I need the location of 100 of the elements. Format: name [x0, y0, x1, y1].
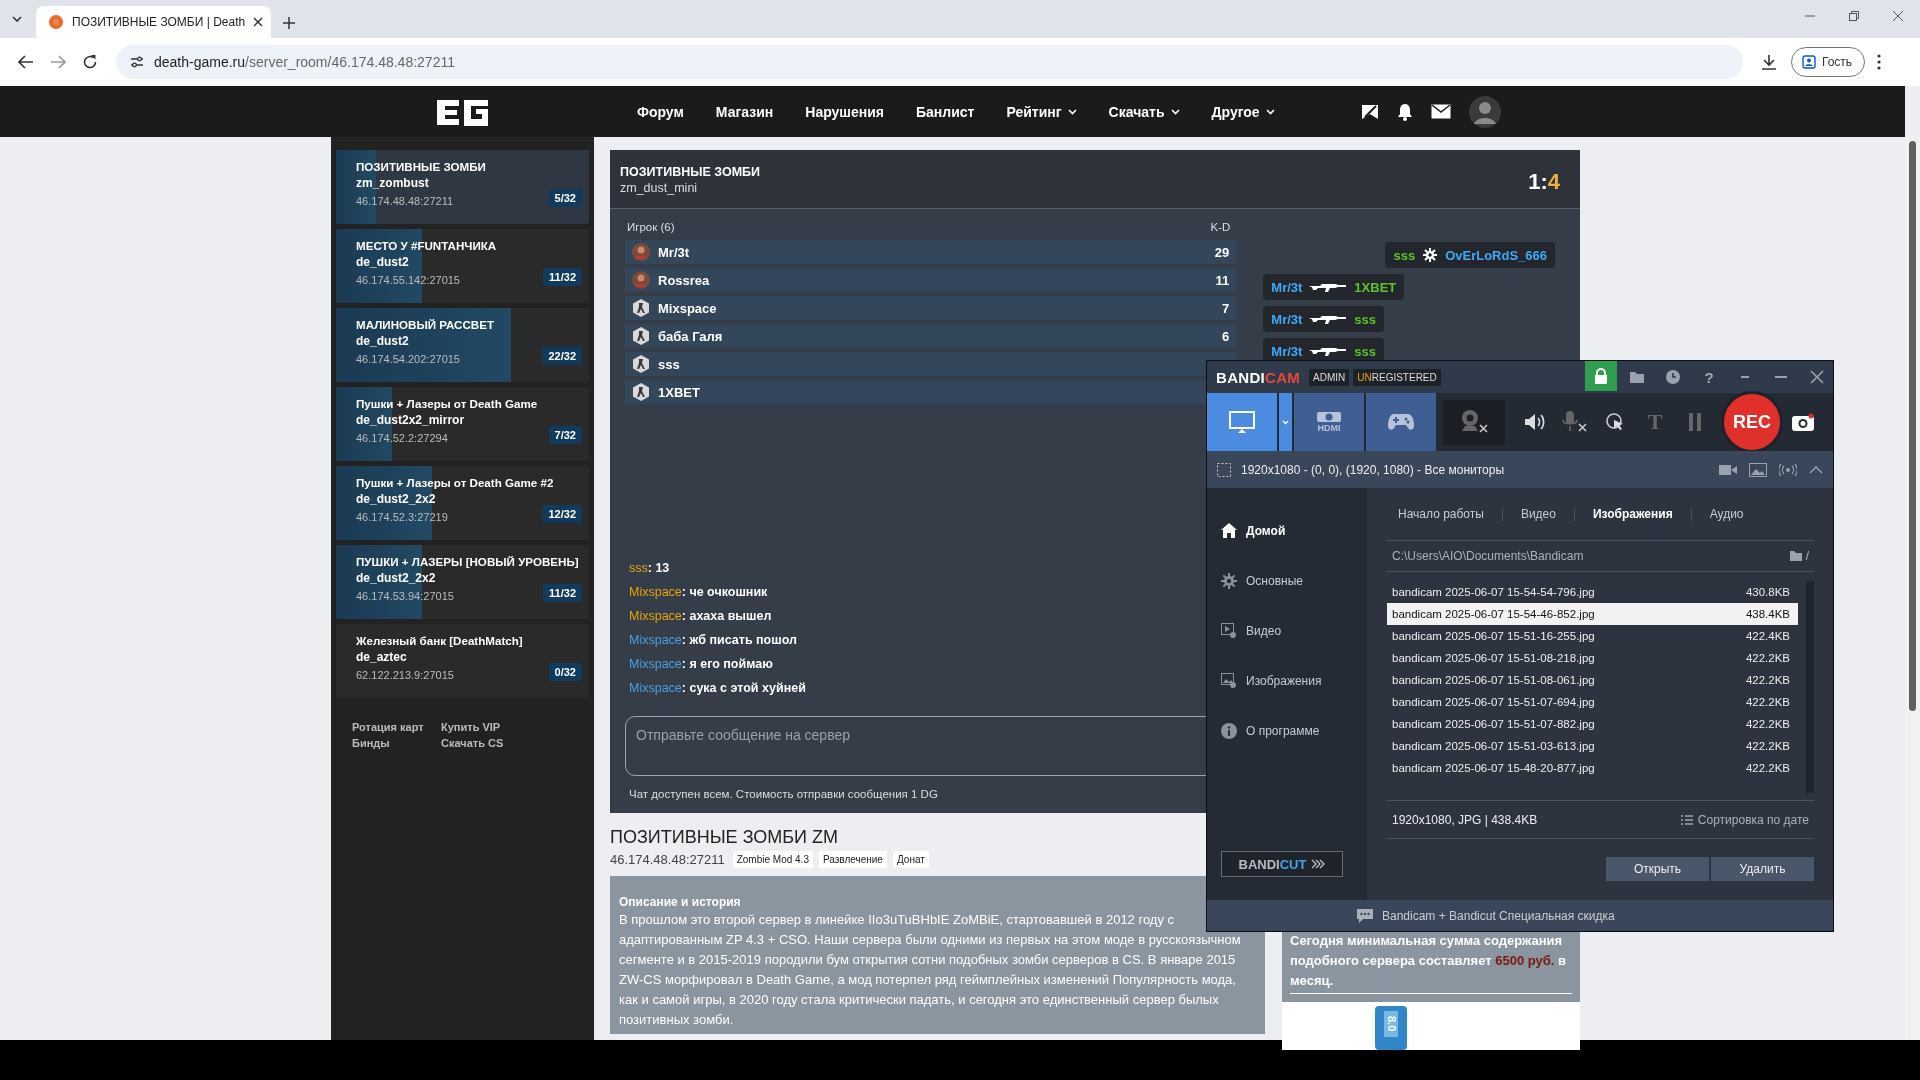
- chat-icon: [1357, 908, 1373, 923]
- action-button[interactable]: Открыть: [1606, 857, 1709, 881]
- camera-icon[interactable]: [1792, 413, 1814, 431]
- file-row[interactable]: bandicam 2025-06-07 15-51-08-218.jpg 422.2KB: [1387, 647, 1798, 669]
- rifle-icon: [1310, 346, 1347, 356]
- mic-off-icon[interactable]: [1562, 411, 1588, 433]
- restore-icon[interactable]: [1848, 10, 1860, 22]
- lock-button[interactable]: [1585, 361, 1617, 391]
- webcam-button[interactable]: [1443, 399, 1505, 445]
- collapse-icon[interactable]: [1809, 465, 1823, 474]
- lock-icon: [1594, 368, 1608, 384]
- cursor-click-icon[interactable]: [1605, 412, 1625, 432]
- folder-icon[interactable]: [1630, 371, 1644, 383]
- chat-author: Mixspace: [629, 609, 682, 623]
- map-name: zm_zombust: [356, 175, 429, 192]
- broadcast-icon[interactable]: [1779, 463, 1797, 476]
- avatar-icon[interactable]: [1468, 95, 1501, 128]
- mode-button[interactable]: HDMI: [1294, 393, 1364, 451]
- nav-link[interactable]: Другое: [1211, 103, 1275, 120]
- tab[interactable]: Аудио: [1690, 507, 1762, 521]
- clock-icon[interactable]: [1666, 370, 1680, 384]
- hexagon-icon: [632, 383, 650, 401]
- server-card[interactable]: ПУШКИ + ЛАЗЕРЫ [НОВЫЙ УРОВЕНЬ] de_dust2_2x2 46.174.53.94:27015 11/32: [336, 545, 589, 619]
- chevrons-icon: [1311, 859, 1326, 869]
- chat-author: Mixspace: [629, 633, 682, 647]
- tab[interactable]: Видео: [1501, 507, 1574, 521]
- license-badge: UNREGISTERED: [1353, 368, 1441, 386]
- menu-icon[interactable]: [1877, 54, 1882, 70]
- profile-button[interactable]: Гость: [1791, 47, 1866, 77]
- tag: Развлечение: [818, 851, 887, 868]
- folder-icon[interactable]: [1789, 551, 1802, 561]
- player-name: Rossrea: [658, 272, 711, 288]
- file-row[interactable]: bandicam 2025-06-07 15-51-07-694.jpg 422.2KB: [1387, 691, 1798, 713]
- ribbon-icon[interactable]: [1360, 102, 1379, 121]
- sidebar-link[interactable]: Купить VIP: [441, 721, 594, 733]
- reload-icon[interactable]: [82, 54, 98, 70]
- server-address: 46.174.52.3:27219: [356, 510, 448, 525]
- region-icon[interactable]: [1217, 462, 1231, 477]
- site-settings-icon[interactable]: [130, 55, 144, 69]
- map-name: de_dust2: [356, 254, 409, 271]
- forward-icon[interactable]: [50, 55, 66, 69]
- image-icon[interactable]: [1749, 462, 1767, 477]
- mode-button[interactable]: [1366, 393, 1436, 451]
- mail-icon[interactable]: [1430, 104, 1451, 119]
- match-score: 1:4: [1528, 169, 1560, 195]
- record-button[interactable]: REC: [1721, 391, 1783, 453]
- sidebar-item[interactable]: Видео: [1221, 610, 1367, 651]
- close-icon[interactable]: [253, 17, 264, 27]
- profile-icon: [1802, 55, 1816, 69]
- sidebar-link[interactable]: Бинды: [352, 737, 441, 749]
- info-icon: [1221, 722, 1237, 739]
- action-button[interactable]: Удалить: [1711, 857, 1814, 881]
- help-button[interactable]: ?: [1693, 368, 1725, 386]
- file-row[interactable]: bandicam 2025-06-07 15-51-08-061.jpg 422.2KB: [1387, 669, 1798, 691]
- server-card[interactable]: МЕСТО У #FUNТАНЧИКА de_dust2 46.174.55.142:27015 11/32: [336, 229, 589, 303]
- server-name: ПУШКИ + ЛАЗЕРЫ [НОВЫЙ УРОВЕНЬ]: [356, 554, 579, 570]
- server-card[interactable]: Пушки + Лазеры от Death Game de_dust2x2_mirror 46.174.52.2:27294 7/32: [336, 387, 589, 461]
- sidebar-link[interactable]: Скачать CS: [441, 737, 594, 749]
- browser-tab[interactable]: ПОЗИТИВНЫЕ ЗОМБИ | Death: [36, 6, 271, 38]
- speaker-icon[interactable]: [1525, 413, 1545, 431]
- close-icon[interactable]: [1892, 10, 1904, 22]
- nav-link[interactable]: Банлист: [916, 103, 975, 120]
- sidebar-item[interactable]: Изображения: [1221, 660, 1367, 701]
- file-size: 422.2KB: [1745, 762, 1790, 774]
- nav-link[interactable]: Нарушения: [805, 103, 884, 120]
- promo-bar[interactable]: Bandicam + Bandicut Специальная скидка: [1207, 900, 1833, 931]
- bandicut-button[interactable]: BANDICUT: [1221, 851, 1343, 877]
- player-name: 1XBET: [658, 384, 701, 400]
- server-card[interactable]: Железный банк [DeathMatch] de_aztec 62.122.213.9:27015 0/32: [336, 624, 589, 698]
- scrollbar[interactable]: [1905, 137, 1920, 1040]
- server-card[interactable]: ПОЗИТИВНЫЕ ЗОМБИ zm_zombust 46.174.48.48:27211 5/32: [336, 150, 589, 224]
- bell-icon[interactable]: [1396, 102, 1413, 121]
- server-card[interactable]: МАЛИНОВЫЙ РАССВЕТ de_dust2 46.174.54.202:27015 22/32: [336, 308, 589, 382]
- nav-link[interactable]: Форум: [637, 103, 684, 120]
- sidebar-item[interactable]: Основные: [1221, 560, 1367, 601]
- sort-button[interactable]: Сортировка по дате: [1680, 812, 1809, 827]
- sidebar-item[interactable]: Домой: [1221, 510, 1367, 551]
- file-row[interactable]: bandicam 2025-06-07 15-54-54-796.jpg 430.8KB: [1387, 581, 1798, 603]
- back-icon[interactable]: [18, 55, 34, 69]
- avatar-icon: [632, 271, 650, 289]
- promo-text: Bandicam + Bandicut Специальная скидка: [1382, 908, 1615, 923]
- nav-link[interactable]: Скачать: [1108, 103, 1180, 120]
- file-row[interactable]: bandicam 2025-06-07 15-54-46-852.jpg 438.4KB: [1387, 603, 1798, 625]
- pause-icon[interactable]: [1689, 413, 1701, 431]
- download-icon[interactable]: [1761, 54, 1777, 70]
- chat-text: : жб писать пошол: [681, 633, 797, 647]
- file-row[interactable]: bandicam 2025-06-07 15-51-16-255.jpg 422.4KB: [1387, 625, 1798, 647]
- address-bar[interactable]: death-game.ru/server_room/46.174.48.48:27211: [116, 45, 1743, 79]
- killer-name: Mr/3t: [1271, 279, 1303, 295]
- sidebar-link[interactable]: Ротация карт: [352, 721, 441, 733]
- mode-button[interactable]: [1207, 393, 1277, 451]
- tab[interactable]: Изображения: [1573, 507, 1691, 521]
- victim-name: 1XBET: [1354, 279, 1397, 295]
- nav-link[interactable]: Магазин: [715, 103, 774, 120]
- server-name: МЕСТО У #FUNТАНЧИКА: [356, 238, 497, 254]
- server-card[interactable]: Пушки + Лазеры от Death Game #2 de_dust2_2x2 46.174.52.3:27219 12/32: [336, 466, 589, 540]
- tab[interactable]: Начало работы: [1398, 507, 1502, 521]
- nav-link[interactable]: Рейтинг: [1006, 103, 1077, 120]
- video-icon[interactable]: [1719, 463, 1737, 476]
- new-tab-icon[interactable]: [283, 17, 295, 29]
